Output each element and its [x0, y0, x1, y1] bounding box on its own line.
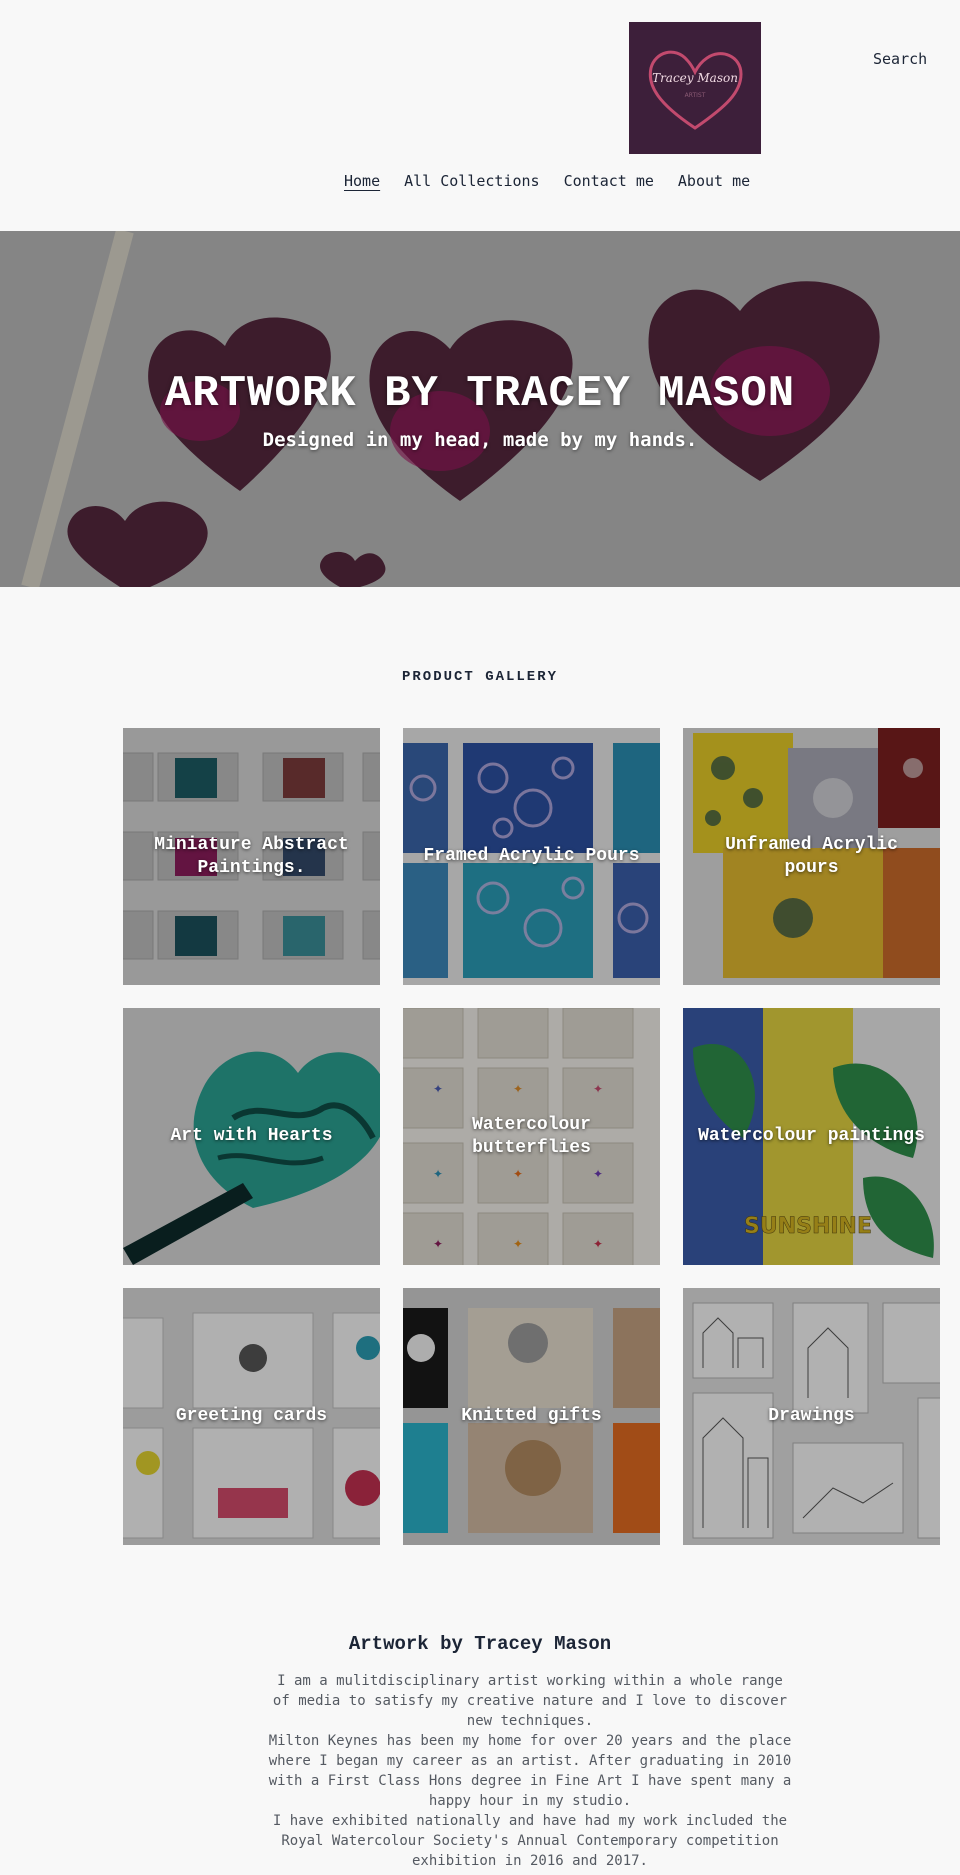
- collection-tile-drawings[interactable]: Drawings: [683, 1288, 940, 1545]
- collection-tile-art-with-hearts[interactable]: Art with Hearts: [123, 1008, 380, 1265]
- logo[interactable]: Tracey Mason ARTIST: [629, 22, 761, 154]
- hero-subtitle: Designed in my head, made by my hands.: [262, 429, 698, 451]
- collection-tile-watercolour-butterflies[interactable]: ✦ ✦ ✦ ✦ ✦ ✦ ✦ ✦ ✦ Watercolour butterflies: [403, 1008, 660, 1265]
- tile-label: Art with Hearts: [170, 1126, 333, 1147]
- logo-heart-icon: Tracey Mason ARTIST: [648, 50, 743, 130]
- tile-label: Watercolour paintings: [698, 1126, 925, 1147]
- tile-label: Drawings: [768, 1406, 855, 1427]
- about-paragraph: I am a mulitdisciplinary artist working …: [272, 1673, 788, 1729]
- nav-item-contact-me[interactable]: Contact me: [564, 172, 654, 190]
- collection-tile-unframed-acrylic[interactable]: Unframed Acrylic pours: [683, 728, 940, 985]
- main-nav: Home All Collections Contact me About me: [344, 172, 750, 190]
- collection-tile-miniature-abstract[interactable]: Miniature Abstract Paintings.: [123, 728, 380, 985]
- about-paragraph: I have exhibited nationally and have had…: [272, 1813, 788, 1869]
- about-text: I am a mulitdisciplinary artist working …: [265, 1671, 795, 1871]
- hero-banner: ARTWORK BY TRACEY MASON Designed in my h…: [0, 231, 960, 587]
- nav-item-about-me[interactable]: About me: [678, 172, 750, 190]
- collection-tile-watercolour-paintings[interactable]: SUNSHINE Watercolour paintings: [683, 1008, 940, 1265]
- gallery-title: PRODUCT GALLERY: [401, 669, 559, 685]
- tile-label: Unframed Acrylic pours: [725, 835, 898, 878]
- nav-item-home[interactable]: Home: [344, 172, 380, 190]
- about-title: Artwork by Tracey Mason: [348, 1633, 612, 1655]
- hero-title: ARTWORK BY TRACEY MASON: [164, 369, 796, 419]
- tile-label: Knitted gifts: [461, 1406, 602, 1427]
- tile-label: Framed Acrylic Pours: [423, 846, 640, 867]
- logo-title: Tracey Mason: [652, 71, 738, 85]
- tile-label: Greeting cards: [175, 1406, 328, 1427]
- about-paragraph: Milton Keynes has been my home for over …: [268, 1733, 792, 1809]
- tile-label: Watercolour butterflies: [472, 1115, 591, 1158]
- collection-tile-framed-acrylic[interactable]: Framed Acrylic Pours: [403, 728, 660, 985]
- collection-tile-knitted-gifts[interactable]: Knitted gifts: [403, 1288, 660, 1545]
- nav-item-all-collections[interactable]: All Collections: [404, 172, 539, 190]
- tile-label: Miniature Abstract Paintings.: [154, 835, 349, 878]
- logo-subtitle: ARTIST: [685, 92, 706, 99]
- collection-tile-greeting-cards[interactable]: Greeting cards: [123, 1288, 380, 1545]
- search-link[interactable]: Search: [873, 50, 927, 68]
